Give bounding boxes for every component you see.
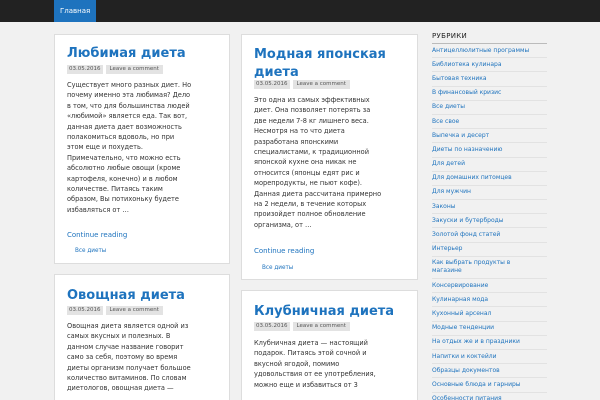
post-excerpt-2: Это одна из самых эффективных диет. Она … — [254, 96, 382, 229]
category-item[interactable]: Напитки и коктейли — [432, 350, 547, 365]
category-item[interactable]: Для детей — [432, 158, 547, 172]
post-meta-4: 03.05.2016 Leave a comment — [254, 322, 350, 331]
category-item[interactable]: Кухонный арсенал — [432, 307, 547, 322]
post-title-2[interactable]: Модная японская диета — [254, 46, 386, 82]
category-item[interactable]: Консервирование — [432, 279, 547, 294]
sidebar-heading: РУБРИКИ — [432, 32, 547, 44]
post-meta-1: 03.05.2016 Leave a comment — [67, 65, 163, 74]
category-item[interactable]: Для домашних питомцев — [432, 172, 547, 186]
post-meta-2: 03.05.2016 Leave a comment — [254, 80, 350, 89]
category-item[interactable]: Кулинарная мода — [432, 293, 547, 308]
post-card-1: Любимая диета 03.05.2016 Leave a comment … — [54, 34, 230, 264]
post-card-3: Овощная диета 03.05.2016 Leave a comment … — [54, 274, 230, 400]
post-card-4: Клубничная диета 03.05.2016 Leave a comme… — [241, 290, 418, 400]
post-category-link-2[interactable]: Все диеты — [262, 265, 293, 271]
category-item[interactable]: Образцы документов — [432, 364, 547, 379]
category-item[interactable]: Диеты по назначению — [432, 143, 547, 158]
category-item[interactable]: Особенности питания — [432, 393, 547, 400]
category-item[interactable]: Интерьер — [432, 243, 547, 257]
category-list: Антицеллюлитные программы Библиотека кули… — [432, 44, 547, 400]
category-item[interactable]: Для мужчин — [432, 186, 547, 201]
category-item[interactable]: Библиотека кулинара — [432, 58, 547, 73]
category-item[interactable]: Бытовая техника — [432, 72, 547, 87]
category-item[interactable]: Закуски и бутерброды — [432, 214, 547, 229]
post-card-2: Модная японская диета 03.05.2016 Leave a … — [241, 34, 418, 280]
category-item[interactable]: Законы — [432, 200, 547, 215]
category-item[interactable]: На отдых же и в праздники — [432, 336, 547, 350]
post-excerpt-3: Овощная диета является одной из самых вк… — [67, 322, 191, 393]
post-excerpt-1: Существует много разных диет. Но почему … — [67, 81, 192, 214]
post-category-link-1[interactable]: Все диеты — [75, 248, 106, 254]
category-item[interactable]: Все диеты — [432, 101, 547, 115]
continue-reading-link-1[interactable]: Continue reading — [67, 231, 127, 239]
category-item[interactable]: Антицеллюлитные программы — [432, 44, 547, 59]
sidebar-categories: РУБРИКИ Антицеллюлитные программы Библиот… — [432, 32, 547, 400]
leave-comment-link-3[interactable]: Leave a comment — [105, 306, 163, 315]
post-date-2[interactable]: 03.05.2016 — [254, 80, 290, 89]
post-excerpt-4: Клубничная диета — настоящий подарок. Пи… — [254, 339, 376, 389]
post-date-3[interactable]: 03.05.2016 — [67, 306, 103, 315]
category-item[interactable]: Золотой фонд статей — [432, 228, 547, 243]
category-item[interactable]: В финансовый кризис — [432, 87, 547, 101]
post-date-4[interactable]: 03.05.2016 — [254, 322, 290, 331]
top-navigation-bar: Главная — [0, 0, 600, 22]
post-date-1[interactable]: 03.05.2016 — [67, 65, 103, 74]
post-title-1[interactable]: Любимая диета — [67, 46, 186, 62]
category-item[interactable]: Как выбрать продукты в магазине — [432, 257, 547, 279]
post-title-4[interactable]: Клубничная диета — [254, 304, 394, 320]
leave-comment-link-1[interactable]: Leave a comment — [105, 65, 163, 74]
category-item[interactable]: Основные блюда и гарниры — [432, 378, 547, 393]
leave-comment-link-4[interactable]: Leave a comment — [292, 322, 350, 331]
category-item[interactable]: Модные тенденции — [432, 322, 547, 336]
nav-home-link[interactable]: Главная — [54, 0, 97, 22]
category-item[interactable]: Все свое — [432, 115, 547, 130]
category-item[interactable]: Выпечка и десерт — [432, 129, 547, 144]
post-meta-3: 03.05.2016 Leave a comment — [67, 306, 163, 315]
leave-comment-link-2[interactable]: Leave a comment — [292, 80, 350, 89]
continue-reading-link-2[interactable]: Continue reading — [254, 247, 314, 255]
post-title-3[interactable]: Овощная диета — [67, 288, 185, 304]
